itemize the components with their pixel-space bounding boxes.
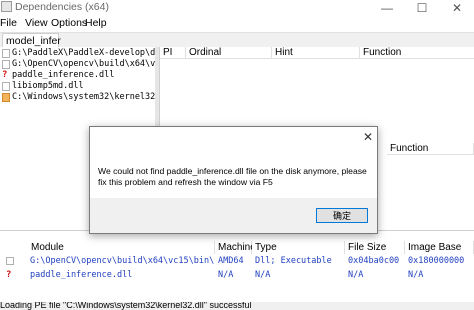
ok-button[interactable]: 确定 (316, 208, 368, 223)
column-header-function[interactable]: Function (360, 47, 474, 59)
menu-bar: File View Options Help (0, 16, 474, 33)
column-header-type[interactable]: Type (252, 241, 345, 254)
file-icon (2, 60, 10, 69)
missing-icon: ? (2, 71, 10, 80)
type-cell: N/A (255, 270, 271, 280)
menu-view[interactable]: View (25, 17, 48, 29)
column-header-function[interactable]: Function (387, 143, 474, 155)
app-icon (1, 1, 12, 12)
missing-icon: ? (6, 270, 12, 280)
file-icon (2, 49, 10, 58)
close-window-button[interactable]: ✕ (440, 0, 474, 16)
modules-list[interactable]: Module Machine Type File Size Image Base… (0, 230, 474, 303)
system-dll-icon (2, 93, 10, 102)
file-icon (2, 82, 10, 91)
column-header-ordinal[interactable]: Ordinal (186, 47, 272, 59)
module-cell: G:\OpenCV\opencv\build\x64\vc15\bin\open (30, 256, 214, 266)
table-row[interactable]: ? paddle_inference.dll N/A N/A N/A N/A (0, 269, 474, 281)
maximize-button[interactable]: ☐ (405, 0, 439, 16)
tree-item-label: G:\OpenCV\opencv\build\x64\vc15 (12, 59, 156, 69)
image-base-cell: 0x180000000 (408, 256, 465, 266)
tab-model-infer[interactable]: model_infer (2, 33, 61, 47)
dialog-footer: 确定 (90, 198, 377, 233)
menu-help[interactable]: Help (85, 17, 107, 29)
machine-cell: AMD64 (218, 256, 244, 266)
title-bar: Dependencies (x64) — ☐ ✕ (0, 0, 474, 16)
module-cell: paddle_inference.dll (30, 270, 133, 280)
column-header-image-base[interactable]: Image Base (405, 241, 474, 254)
tree-item-label: paddle_inference.dll (12, 70, 115, 80)
column-header-module[interactable]: Module (28, 241, 215, 254)
minimize-button[interactable]: — (370, 0, 404, 16)
file-icon (6, 257, 14, 265)
column-header-file-size[interactable]: File Size (345, 241, 405, 254)
machine-cell: N/A (218, 270, 234, 280)
file-size-cell: N/A (348, 270, 364, 280)
status-text: Loading PE file "C:\Windows\system32\ker… (0, 302, 252, 310)
menu-file[interactable]: File (0, 17, 17, 29)
window-title: Dependencies (x64) (15, 1, 109, 13)
menu-options[interactable]: Options (51, 17, 87, 29)
status-bar: Loading PE file "C:\Windows\system32\ker… (0, 302, 474, 310)
tree-item-label: G:\PaddleX\PaddleX-develop\deploy\ (12, 48, 156, 58)
tree-item-label: libiomp5md.dll (12, 81, 84, 91)
tree-item-label: C:\Windows\system32\kernel32.dll (12, 92, 156, 102)
column-header-hint[interactable]: Hint (272, 47, 360, 59)
type-cell: Dll; Executable (255, 256, 332, 266)
file-size-cell: 0x04ba0c00 (348, 256, 400, 266)
error-dialog: ✕ We could not find paddle_inference.dll… (89, 126, 378, 234)
dialog-message: We could not find paddle_inference.dll f… (98, 166, 367, 187)
column-header-pi[interactable]: PI (160, 47, 186, 59)
image-base-cell: N/A (408, 270, 424, 280)
close-icon[interactable]: ✕ (362, 131, 374, 143)
column-header-machine[interactable]: Machine (215, 241, 256, 254)
table-row[interactable]: G:\OpenCV\opencv\build\x64\vc15\bin\open… (0, 255, 474, 267)
